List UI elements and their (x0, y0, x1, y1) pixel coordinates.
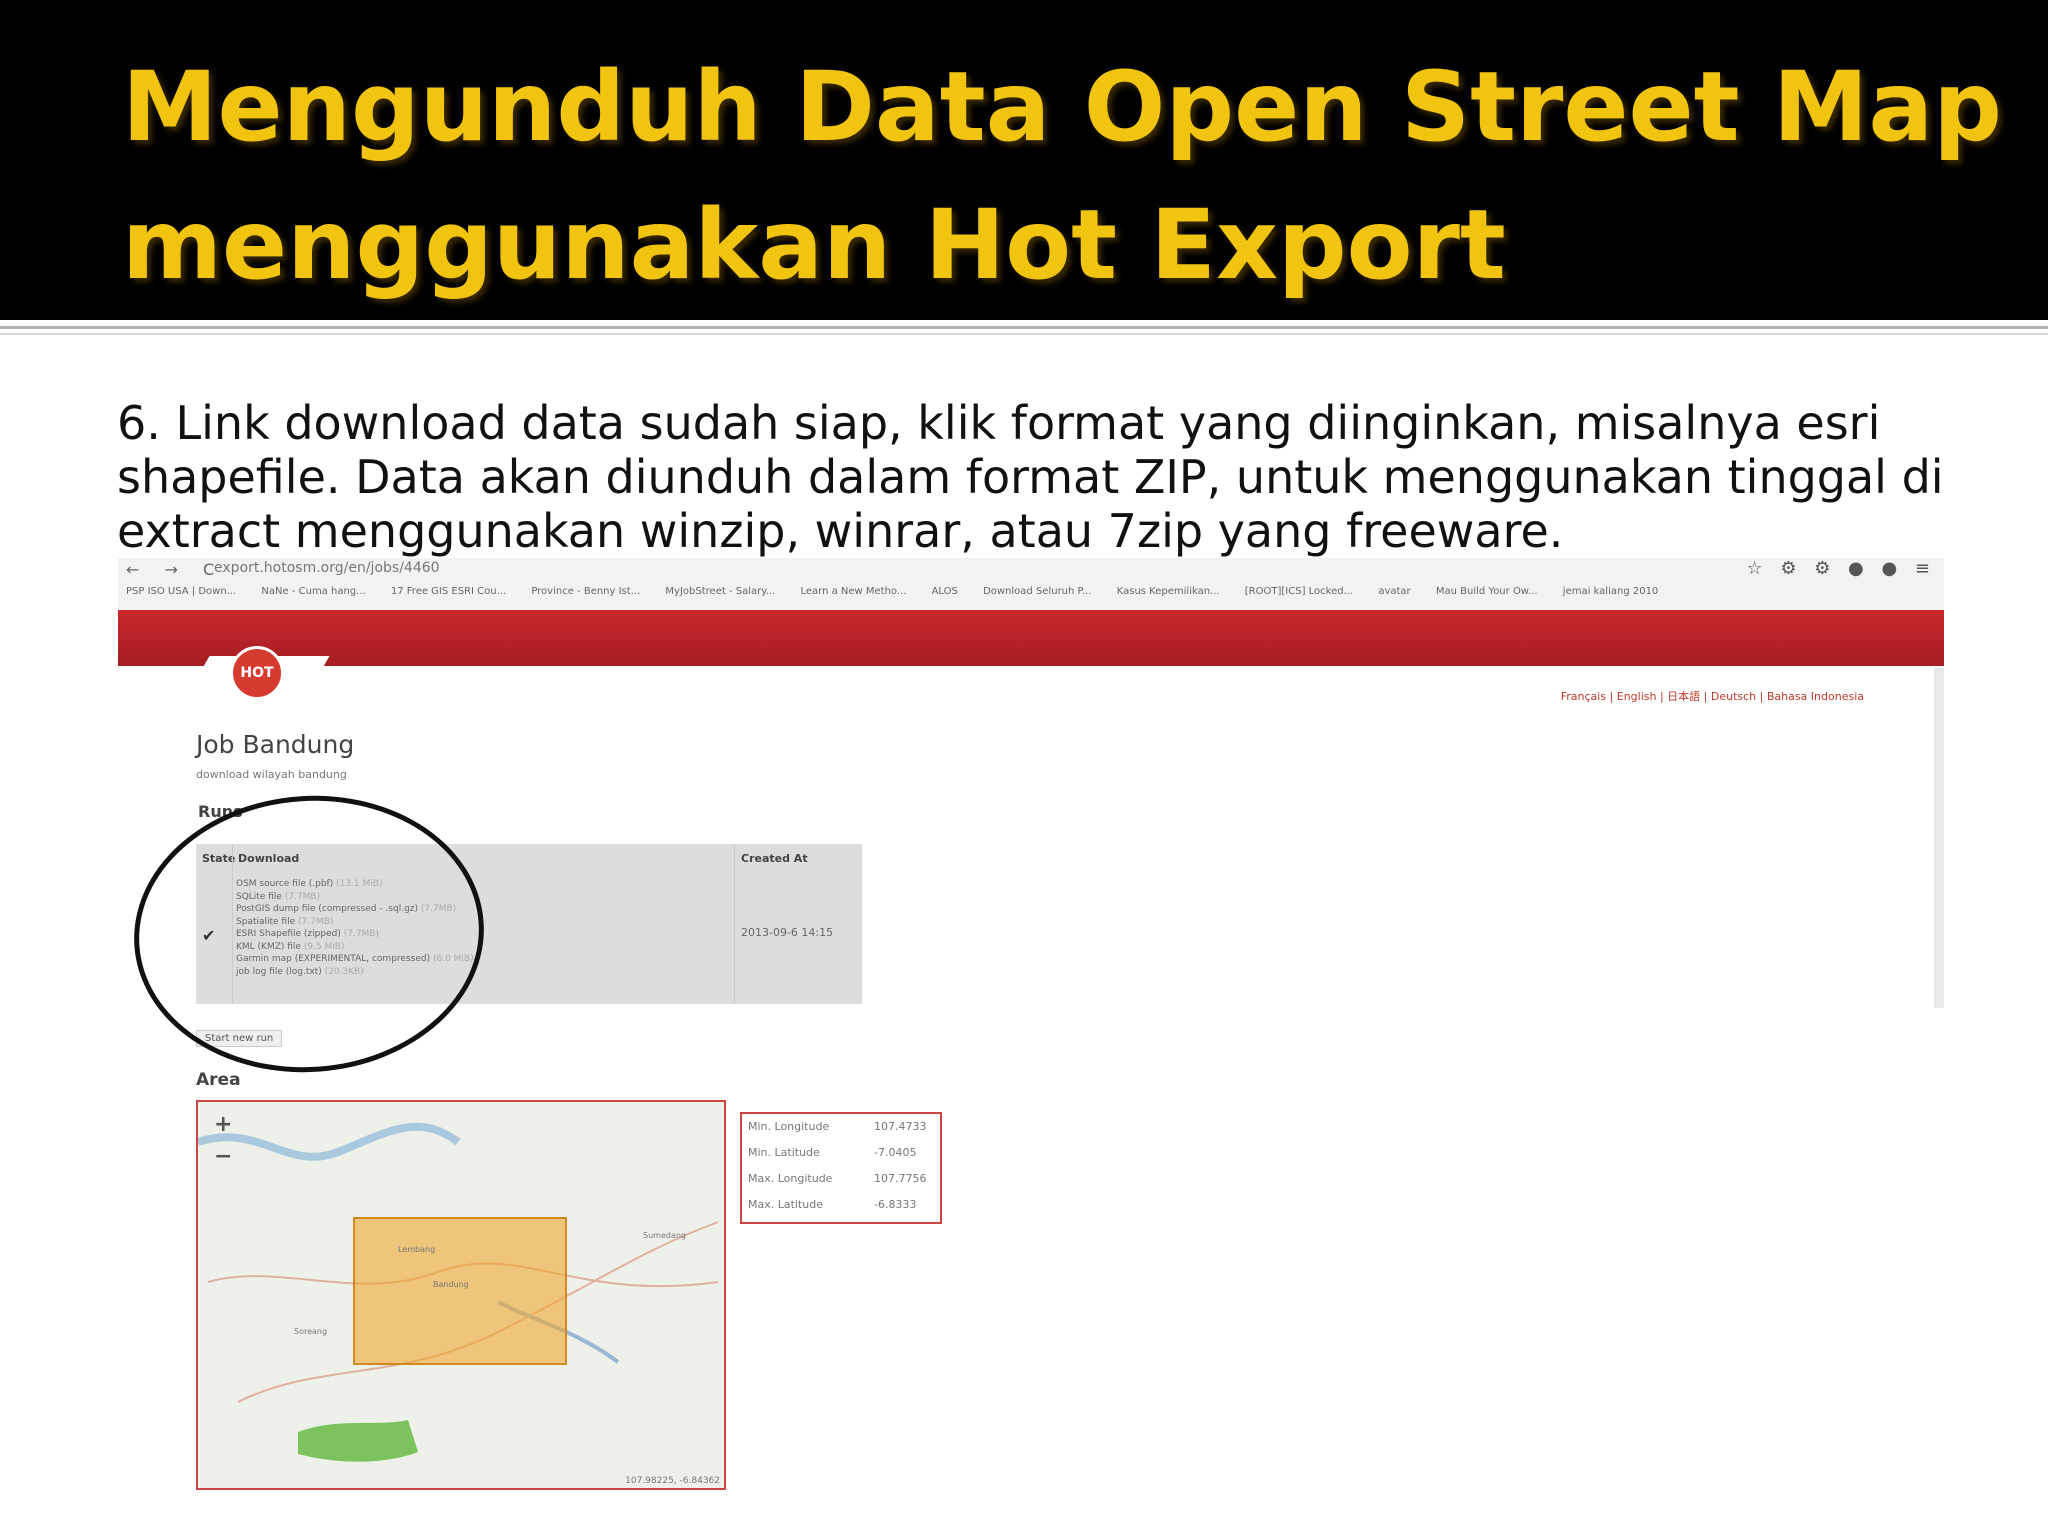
bookmark-item[interactable]: MyJobStreet - Salary... (665, 586, 775, 597)
min-latitude-row: Min. Latitude -7.0405 (748, 1146, 917, 1159)
bookmark-item[interactable]: ALOS (932, 586, 958, 597)
map-canvas: Lembang Bandung Sumedang Soreang (198, 1122, 719, 1462)
page-scrollbar[interactable] (1934, 668, 1944, 1008)
extension-icons[interactable]: ☆ ⚙ ⚙ ● ● ≡ (1746, 558, 1936, 579)
max-latitude-row: Max. Latitude -6.8333 (748, 1198, 917, 1211)
bbox-coordinates-panel: Min. Longitude 107.4733 Min. Latitude -7.0… (740, 1112, 942, 1224)
zoom-in-button[interactable]: + (214, 1112, 232, 1137)
area-map[interactable]: Lembang Bandung Sumedang Soreang + − 107… (196, 1100, 726, 1490)
bookmark-item[interactable]: NaNe - Cuma hang... (261, 586, 365, 597)
job-title: Job Bandung (196, 730, 355, 759)
bookmark-item[interactable]: avatar (1378, 586, 1410, 597)
map-forest (298, 1420, 418, 1462)
slide-body-text: 6. Link download data sudah siap, klik f… (117, 396, 1944, 558)
browser-nav-buttons[interactable]: ← → C (126, 560, 224, 579)
min-longitude-row: Min. Longitude 107.4733 (748, 1120, 927, 1133)
bookmark-item[interactable]: Province - Benny Ist... (531, 586, 640, 597)
map-reservoir (198, 1122, 461, 1161)
col-created-at: Created At (741, 852, 808, 865)
slide-title-line-2: menggunakan Hot Export (122, 189, 1506, 301)
app-header: HOT Exports Home Help Jobs New Job (118, 610, 1944, 700)
area-heading: Area (196, 1070, 241, 1090)
bookmark-item[interactable]: Learn a New Metho... (800, 586, 906, 597)
map-cursor-coordinates: 107.98225, -6.84362 (625, 1476, 720, 1486)
bookmark-item[interactable]: jemai kaliang 2010 (1563, 586, 1659, 597)
slide-title-line-1: Mengunduh Data Open Street Map (122, 51, 2002, 163)
app-title[interactable]: HOT Exports (330, 674, 475, 699)
table-divider (734, 844, 735, 1004)
map-label-soreang: Soreang (294, 1327, 327, 1336)
map-label-bandung: Bandung (433, 1280, 469, 1289)
bookmarks-bar: PSP ISO USA | Down... NaNe - Cuma hang..… (126, 586, 1936, 597)
map-label-sumedang: Sumedang (643, 1231, 686, 1240)
bookmark-item[interactable]: 17 Free GIS ESRI Cou... (391, 586, 506, 597)
title-divider-thin (0, 333, 2048, 335)
bookmark-item[interactable]: Mau Build Your Ow... (1436, 586, 1538, 597)
hot-logo[interactable]: HOT (230, 646, 284, 700)
browser-chrome: ← → C export.hotosm.org/en/jobs/4460 ☆ ⚙… (118, 558, 1944, 611)
map-label-lembang: Lembang (398, 1245, 435, 1254)
slide-title-band: Mengunduh Data Open Street Map menggunak… (0, 0, 2048, 320)
bookmark-item[interactable]: [ROOT][ICS] Locked... (1245, 586, 1353, 597)
title-divider (0, 326, 2048, 329)
bookmark-item[interactable]: PSP ISO USA | Down... (126, 586, 236, 597)
address-bar[interactable]: export.hotosm.org/en/jobs/4460 (214, 560, 440, 576)
max-longitude-row: Max. Longitude 107.7756 (748, 1172, 927, 1185)
language-switcher[interactable]: Français | English | 日本語 | Deutsch | Bah… (1561, 688, 1864, 704)
bookmark-item[interactable]: Download Seluruh P... (983, 586, 1091, 597)
bookmark-item[interactable]: Kasus Kepemilikan... (1117, 586, 1220, 597)
job-description: download wilayah bandung (196, 768, 347, 781)
created-at-value: 2013-09-6 14:15 (741, 926, 834, 939)
zoom-out-button[interactable]: − (214, 1144, 232, 1169)
selected-area-box (353, 1217, 567, 1365)
